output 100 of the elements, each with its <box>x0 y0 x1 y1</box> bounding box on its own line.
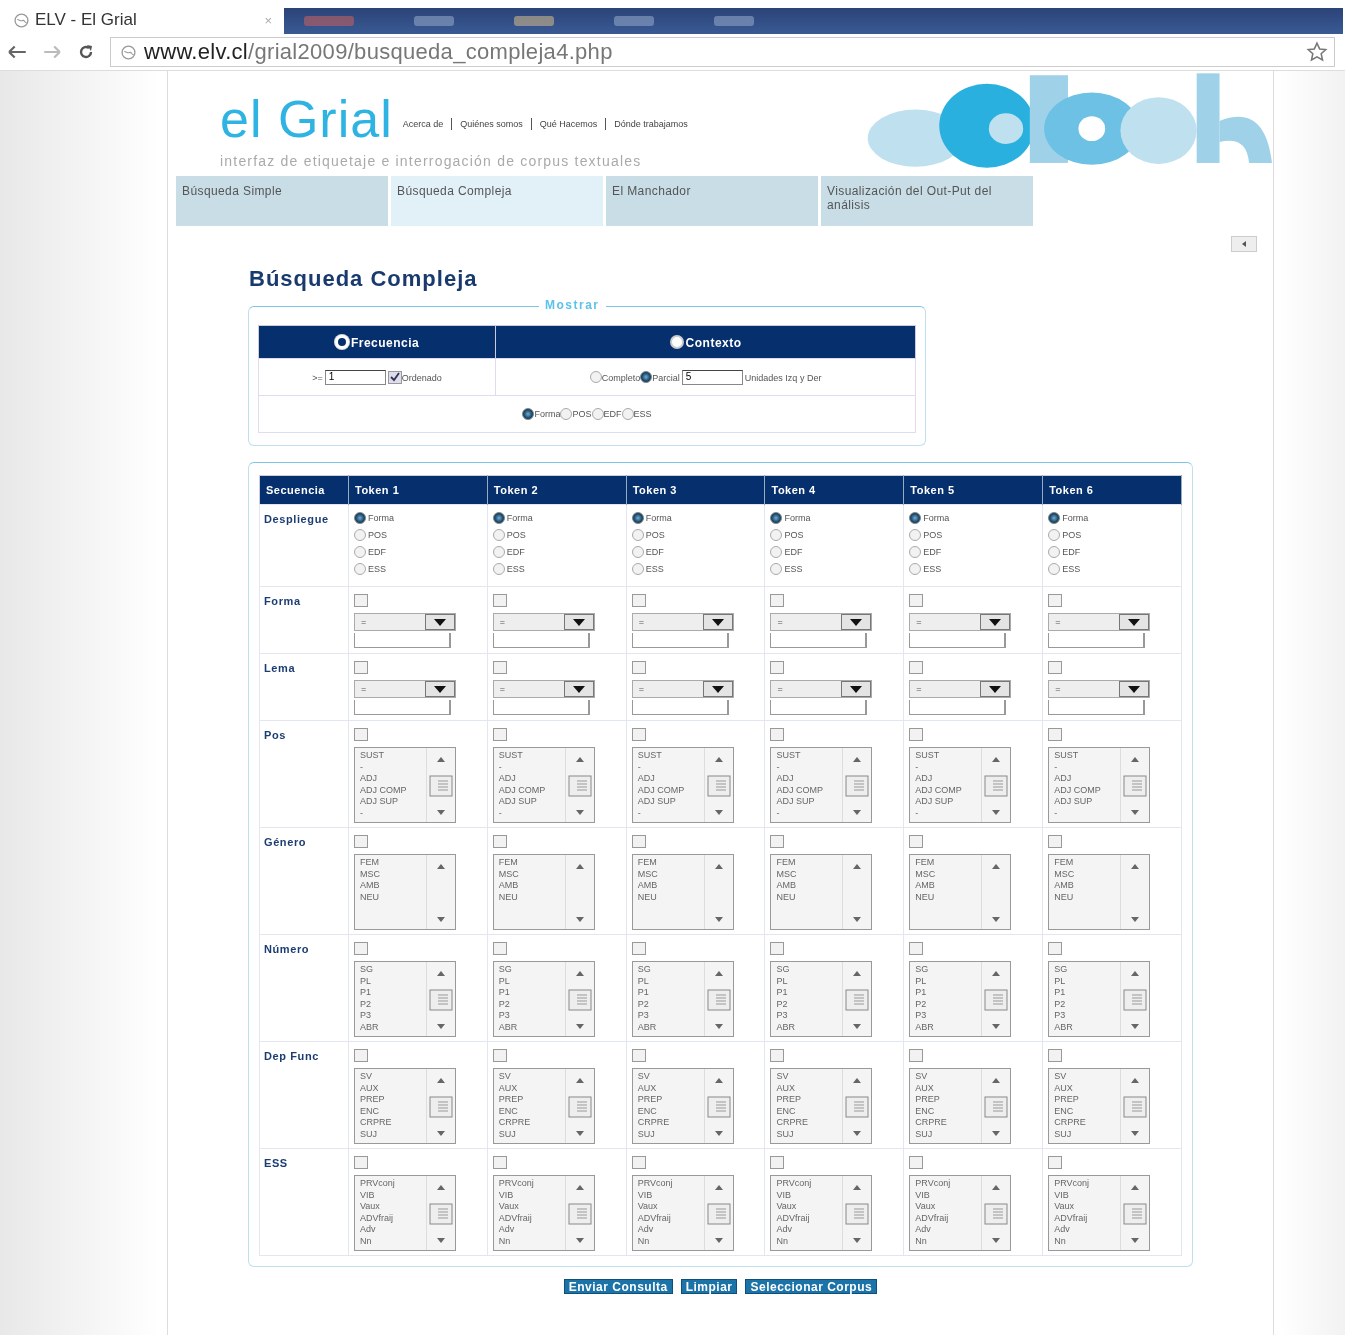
list-option[interactable]: NEU <box>360 891 421 903</box>
list-option[interactable]: SUST <box>360 750 421 762</box>
list-option[interactable]: Vaux <box>915 1201 977 1213</box>
scrollbar[interactable] <box>981 748 1011 822</box>
list-option[interactable]: P2 <box>776 998 838 1010</box>
list-box[interactable]: PRVconj VIB Vaux ADVfraij Adv Nn <box>1048 1175 1151 1251</box>
radio-button[interactable] <box>492 528 505 541</box>
list-option[interactable]: - <box>360 761 421 773</box>
scrollbar[interactable] <box>1120 1069 1150 1143</box>
list-option[interactable]: SUJ <box>360 1128 421 1140</box>
down-arrow-icon[interactable] <box>574 1131 585 1137</box>
list-option[interactable]: ADJ SUP <box>1054 796 1116 808</box>
scroll-thumb[interactable] <box>1123 1203 1148 1225</box>
dropdown[interactable]: = <box>909 613 1012 631</box>
checkbox[interactable] <box>770 594 785 608</box>
nav-tab[interactable]: Búsqueda Simple <box>176 176 388 226</box>
list-option[interactable]: SG <box>360 964 421 976</box>
number-field[interactable]: 5 <box>681 369 743 385</box>
list-box[interactable]: FEM MSC AMB NEU <box>770 854 873 930</box>
nav-tab[interactable]: Visualización del Out-Put del análisis <box>821 176 1033 226</box>
list-option[interactable]: MSC <box>498 868 560 880</box>
up-arrow-icon[interactable] <box>991 863 1002 869</box>
nav-tab[interactable]: El Manchador <box>606 176 818 226</box>
list-option[interactable]: NEU <box>637 891 699 903</box>
list-option[interactable]: Vaux <box>776 1201 838 1213</box>
radio-button[interactable] <box>1048 545 1061 558</box>
scroll-thumb[interactable] <box>984 989 1009 1011</box>
checkbox[interactable] <box>1048 1049 1063 1063</box>
checkbox[interactable] <box>1048 835 1063 849</box>
radio-button[interactable] <box>621 408 634 420</box>
up-arrow-icon[interactable] <box>436 756 446 762</box>
list-option[interactable]: FEM <box>915 857 977 869</box>
checkbox[interactable] <box>492 835 507 849</box>
list-option[interactable]: Vaux <box>1054 1201 1116 1213</box>
submit-button[interactable]: Seleccionar Corpus <box>745 1279 878 1294</box>
radio-button[interactable] <box>522 408 535 420</box>
up-arrow-icon[interactable] <box>1130 970 1141 976</box>
radio-button[interactable] <box>770 528 783 541</box>
down-arrow-icon[interactable] <box>436 1131 446 1137</box>
up-arrow-icon[interactable] <box>574 863 585 869</box>
forward-icon[interactable] <box>42 43 62 61</box>
list-option[interactable]: ENC <box>1054 1105 1116 1117</box>
list-option[interactable]: Nn <box>360 1235 421 1247</box>
checkbox[interactable] <box>631 942 646 956</box>
list-option[interactable]: AUX <box>637 1082 699 1094</box>
radio-button[interactable] <box>770 562 783 575</box>
checkbox[interactable] <box>631 835 646 849</box>
down-arrow-icon[interactable] <box>574 1024 585 1030</box>
list-option[interactable]: - <box>360 807 421 819</box>
down-arrow-icon[interactable] <box>991 1238 1002 1244</box>
list-box[interactable]: SV AUX PREP ENC CRPRE SUJ <box>631 1068 734 1144</box>
list-option[interactable]: ENC <box>360 1105 421 1117</box>
dropdown[interactable]: = <box>354 613 456 631</box>
down-arrow-icon[interactable] <box>991 810 1002 816</box>
list-option[interactable]: PREP <box>360 1094 421 1106</box>
down-arrow-icon[interactable] <box>991 917 1002 923</box>
down-arrow-icon[interactable] <box>852 1238 863 1244</box>
list-option[interactable]: CRPRE <box>915 1117 977 1129</box>
list-option[interactable]: ADVfraij <box>637 1212 699 1224</box>
checkbox[interactable] <box>354 728 368 742</box>
text-field[interactable] <box>492 700 590 715</box>
list-option[interactable]: PREP <box>498 1094 560 1106</box>
up-arrow-icon[interactable] <box>574 756 585 762</box>
list-box[interactable]: FEM MSC AMB NEU <box>909 854 1012 930</box>
scroll-thumb[interactable] <box>706 1096 731 1118</box>
list-option[interactable]: ADVfraij <box>1054 1212 1116 1224</box>
down-arrow-icon[interactable] <box>1130 1024 1141 1030</box>
checkbox[interactable] <box>492 594 507 608</box>
down-arrow-icon[interactable] <box>1130 917 1141 923</box>
up-arrow-icon[interactable] <box>991 756 1002 762</box>
down-arrow-icon[interactable] <box>991 1024 1002 1030</box>
list-box[interactable]: SG PL P1 P2 P3 ABR <box>1048 961 1151 1037</box>
checkbox[interactable] <box>909 1156 924 1170</box>
list-option[interactable]: - <box>776 761 838 773</box>
list-option[interactable]: AMB <box>360 880 421 892</box>
scroll-thumb[interactable] <box>429 1096 453 1118</box>
back-icon[interactable] <box>8 43 28 61</box>
radio-button[interactable] <box>631 528 644 541</box>
list-option[interactable]: ABR <box>776 1021 838 1033</box>
list-option[interactable]: P1 <box>915 987 977 999</box>
list-option[interactable]: PRVconj <box>637 1178 699 1190</box>
list-option[interactable]: ADJ SUP <box>637 796 699 808</box>
text-field[interactable] <box>770 633 868 648</box>
list-option[interactable]: ADJ <box>1054 773 1116 785</box>
scroll-thumb[interactable] <box>984 775 1009 797</box>
checkbox[interactable] <box>770 835 785 849</box>
nav-tab[interactable]: Búsqueda Compleja <box>391 176 603 226</box>
list-option[interactable]: Vaux <box>360 1201 421 1213</box>
checkbox[interactable] <box>909 835 924 849</box>
list-box[interactable]: PRVconj VIB Vaux ADVfraij Adv Nn <box>770 1175 873 1251</box>
list-option[interactable]: Vaux <box>637 1201 699 1213</box>
scrollbar[interactable] <box>842 1069 872 1143</box>
radio-button[interactable] <box>492 545 505 558</box>
dropdown[interactable]: = <box>770 680 873 698</box>
scrollbar[interactable] <box>1120 962 1150 1036</box>
header-link[interactable]: Quiénes somos <box>460 119 523 129</box>
list-box[interactable]: SG PL P1 P2 P3 ABR <box>492 961 595 1037</box>
scrollbar[interactable] <box>703 962 733 1036</box>
text-field[interactable] <box>770 700 868 715</box>
list-box[interactable]: SUST - ADJ ADJ COMP ADJ SUP - <box>492 747 595 823</box>
